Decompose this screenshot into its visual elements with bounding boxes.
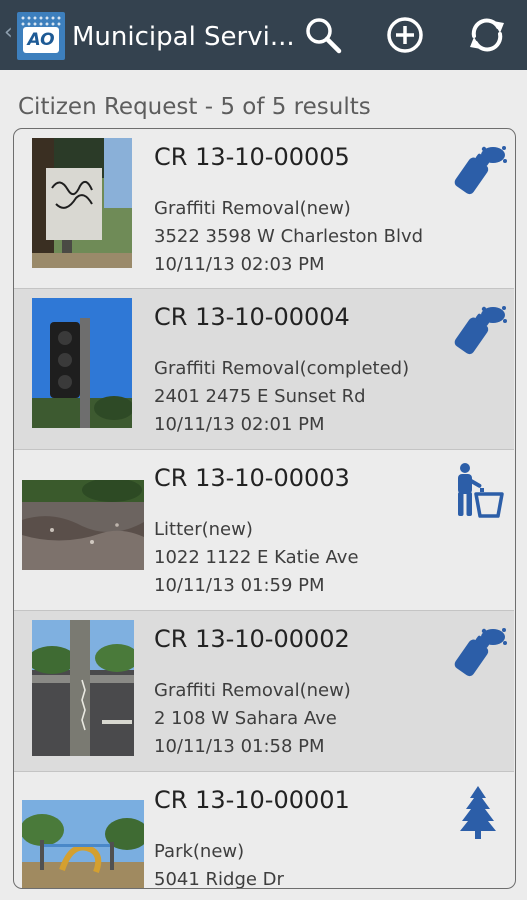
request-item[interactable]: CR 13-10-00002 Graffiti Removal(new) 2 1… — [14, 610, 514, 771]
refresh-button[interactable] — [466, 14, 508, 56]
request-photo — [22, 800, 144, 888]
request-type-status: Graffiti Removal(completed) — [154, 358, 410, 379]
request-type-status: Graffiti Removal(new) — [154, 680, 351, 701]
request-address: 5041 Ridge Dr — [154, 869, 284, 889]
request-address: 2 108 W Sahara Ave — [154, 708, 337, 729]
request-type-status: Park(new) — [154, 841, 245, 862]
search-icon — [306, 18, 342, 54]
logo-dots — [20, 15, 62, 27]
request-address: 3522 3598 W Charleston Blvd — [154, 226, 424, 247]
tree-icon — [446, 784, 510, 840]
refresh-icon — [470, 18, 504, 52]
app-logo[interactable]: AO — [17, 12, 65, 60]
spray-can-icon — [446, 623, 510, 679]
action-bar: ‹ AO Municipal Servi... — [0, 0, 527, 70]
request-photo — [32, 620, 134, 756]
request-id: CR 13-10-00005 — [154, 143, 350, 171]
request-photo — [32, 298, 132, 428]
spray-can-icon — [446, 301, 510, 357]
request-item[interactable]: CR 13-10-00001 Park(new) 5041 Ridge Dr — [14, 771, 514, 889]
up-navigation-icon[interactable]: ‹ — [4, 22, 13, 44]
request-list: CR 13-10-00005 Graffiti Removal(new) 352… — [13, 128, 516, 889]
request-datetime: 10/11/13 01:59 PM — [154, 575, 325, 596]
request-address: 2401 2475 E Sunset Rd — [154, 386, 366, 407]
spray-can-icon — [446, 141, 510, 197]
request-item[interactable]: CR 13-10-00004 Graffiti Removal(complete… — [14, 288, 514, 449]
request-id: CR 13-10-00002 — [154, 625, 350, 653]
request-datetime: 10/11/13 02:01 PM — [154, 414, 325, 435]
request-id: CR 13-10-00003 — [154, 464, 350, 492]
request-photo — [32, 138, 132, 268]
add-circle-icon — [387, 17, 423, 53]
request-id: CR 13-10-00004 — [154, 303, 350, 331]
request-item[interactable]: CR 13-10-00005 Graffiti Removal(new) 352… — [14, 129, 514, 290]
request-datetime: 10/11/13 01:58 PM — [154, 736, 325, 757]
request-type-status: Litter(new) — [154, 519, 253, 540]
request-item[interactable]: CR 13-10-00003 Litter(new) 1022 1122 E K… — [14, 449, 514, 610]
litter-bin-icon — [446, 462, 510, 518]
search-button[interactable] — [302, 14, 344, 56]
add-request-button[interactable] — [384, 14, 426, 56]
request-id: CR 13-10-00001 — [154, 786, 350, 814]
logo-text: AO — [23, 27, 59, 53]
request-datetime: 10/11/13 02:03 PM — [154, 254, 325, 275]
request-photo — [22, 480, 144, 570]
request-address: 1022 1122 E Katie Ave — [154, 547, 359, 568]
request-type-status: Graffiti Removal(new) — [154, 198, 351, 219]
app-title: Municipal Servi... — [72, 22, 295, 52]
results-header: Citizen Request - 5 of 5 results — [18, 94, 371, 120]
